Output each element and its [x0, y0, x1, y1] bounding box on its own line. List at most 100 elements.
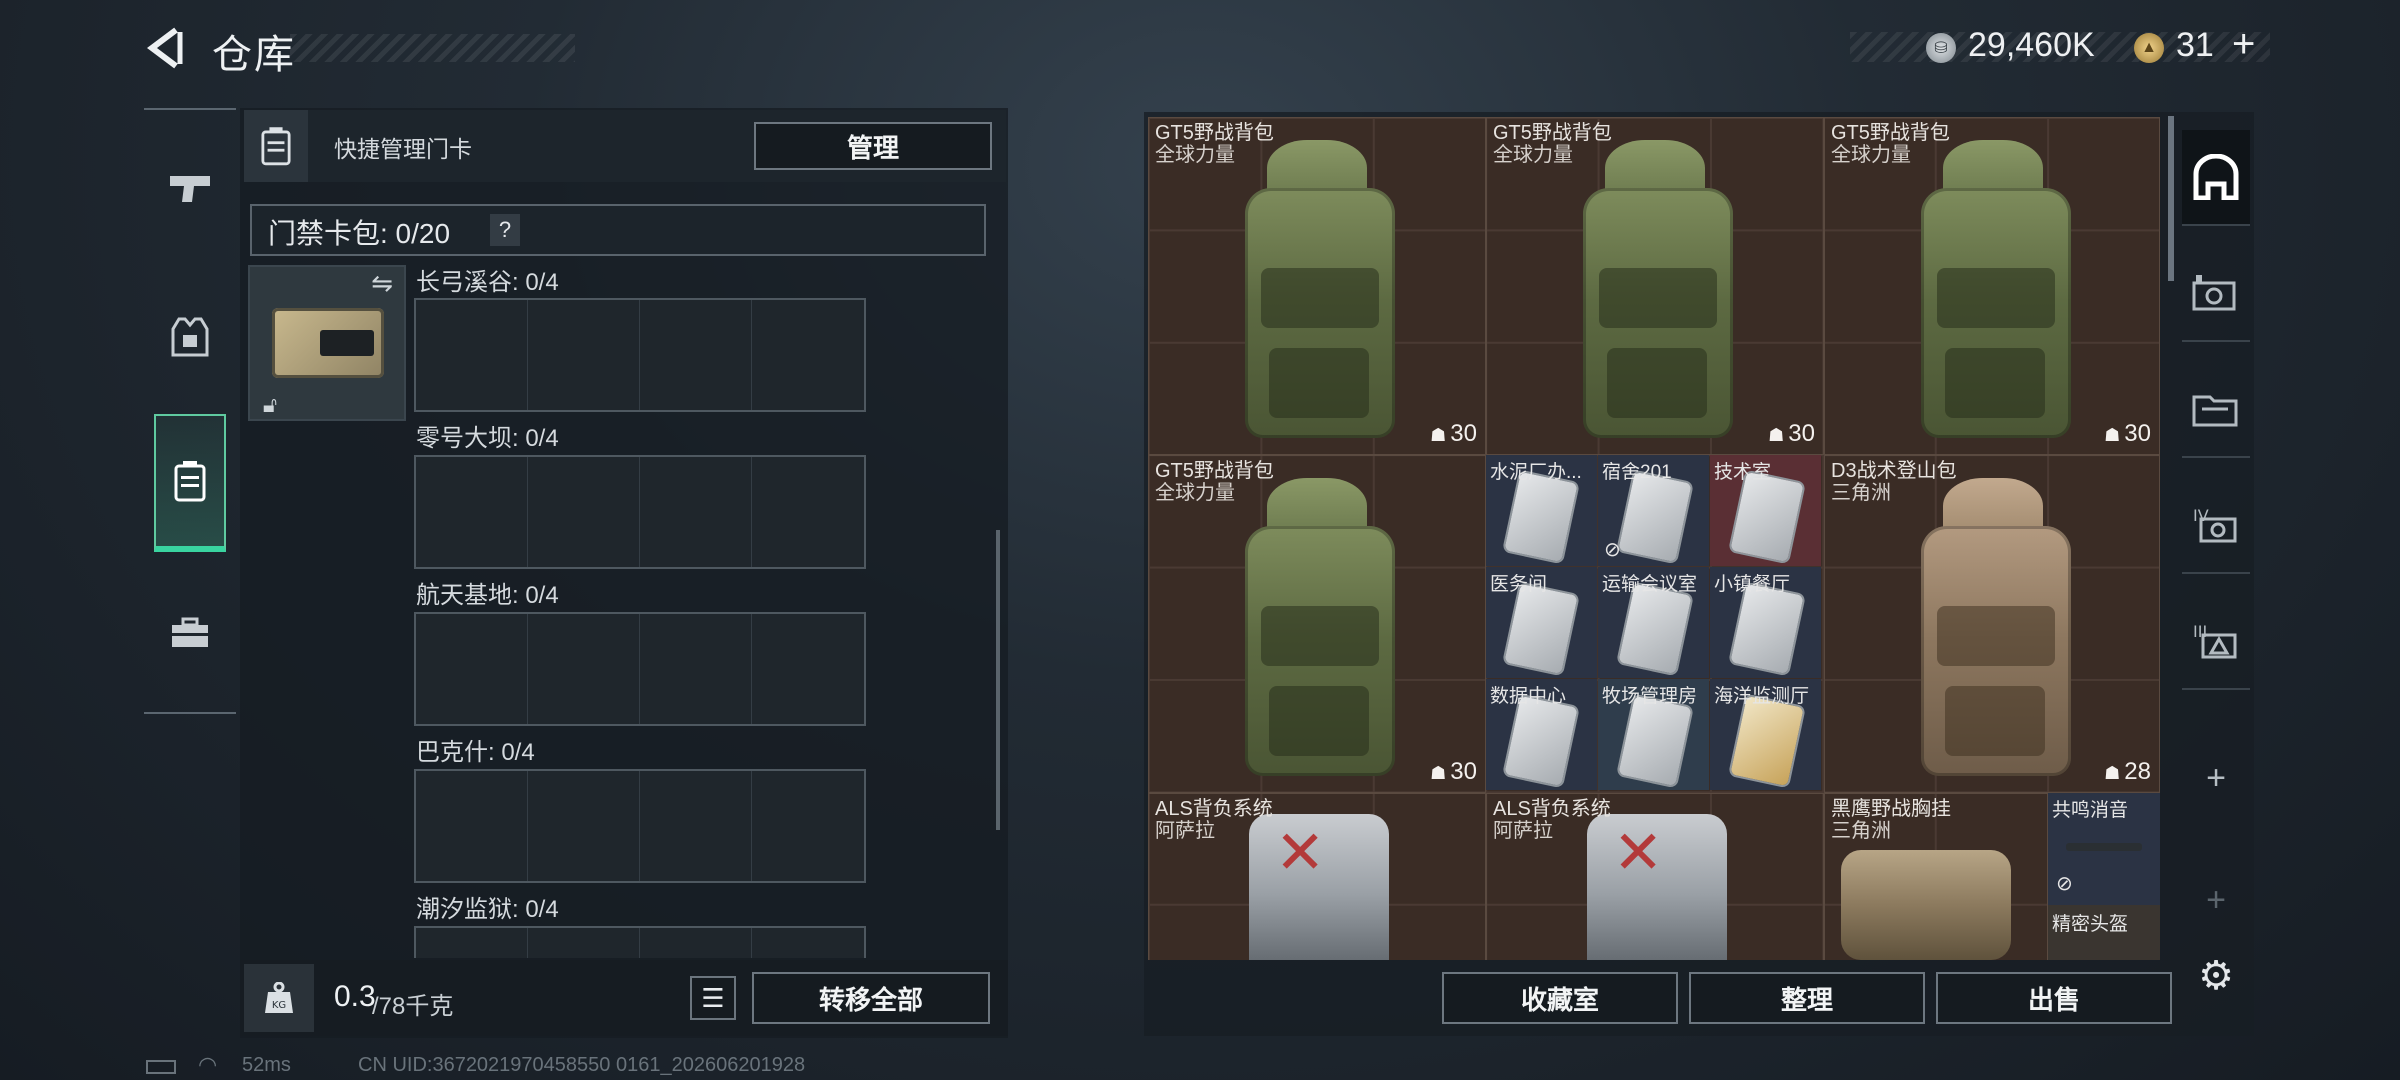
backpack-item[interactable]: GT5野战背包 全球力量 ☗ 30	[1148, 117, 1486, 455]
zone-label: 长弓溪谷: 0/4	[416, 269, 559, 296]
zone-label: 零号大坝: 0/4	[416, 425, 559, 452]
keycard-label: 牧场管理房	[1602, 686, 1698, 707]
pistol-icon[interactable]	[154, 142, 226, 236]
item-name: GT5野战背包	[1493, 122, 1612, 144]
silencer-item[interactable]: 共鸣消音 ⊘	[2048, 793, 2160, 905]
keycard-case-icon[interactable]	[154, 414, 226, 552]
armor-vest-icon[interactable]	[154, 290, 226, 384]
keycard-label: 水泥厂办...	[1490, 462, 1582, 483]
helmet-label: 精密头盔	[2052, 914, 2129, 935]
item-name: GT5野战背包	[1155, 122, 1274, 144]
zone-slot-grid[interactable]	[414, 612, 866, 726]
keycard-item[interactable]: 水泥厂办...	[1486, 455, 1597, 566]
camera-case-icon[interactable]	[2182, 246, 2250, 342]
keycard-item[interactable]: 小镇餐厅	[1710, 567, 1821, 678]
title-decoration	[290, 34, 575, 62]
rig-item[interactable]: ✕ ALS背负系统 阿萨拉	[1148, 793, 1486, 960]
zone-label: 巴克什: 0/4	[416, 739, 535, 766]
helmet-item[interactable]: 精密头盔	[2048, 905, 2160, 960]
item-brand: 三角洲	[1831, 482, 1891, 504]
item-brand: 阿萨拉	[1493, 820, 1553, 842]
plus-icon[interactable]: +	[2232, 22, 2255, 67]
capacity-icon: ☗	[1430, 425, 1447, 445]
rank-iv-icon[interactable]: IV	[2182, 478, 2250, 574]
keycard-label: 运输会议室	[1602, 574, 1698, 595]
rank-iii-icon[interactable]: III	[2182, 594, 2250, 690]
keycard-label: 小镇餐厅	[1714, 574, 1791, 595]
uid-text: CN UID:3672021970458550 0161_20260620192…	[358, 1054, 806, 1076]
sell-button[interactable]: 出售	[1936, 972, 2172, 1024]
item-name: GT5野战背包	[1155, 460, 1274, 482]
folder-tab-icon[interactable]	[2182, 362, 2250, 458]
keycard-item[interactable]: 技术室	[1710, 455, 1821, 566]
rig-item[interactable]: ✕ ALS背负系统 阿萨拉	[1486, 793, 1824, 960]
zone-label: 航天基地: 0/4	[416, 582, 559, 609]
transfer-all-button[interactable]: 转移全部	[752, 972, 990, 1024]
svg-text:III: III	[2193, 622, 2207, 641]
zone-slot-grid[interactable]	[414, 455, 866, 569]
backpack-item[interactable]: GT5野战背包 全球力量 ☗ 30	[1824, 117, 2160, 455]
item-name: GT5野战背包	[1831, 122, 1950, 144]
quick-manage-label: 快捷管理门卡	[334, 136, 472, 162]
list-icon[interactable]: ☰	[690, 976, 736, 1020]
toolbox-icon[interactable]	[154, 586, 226, 680]
inventory-scrollbar[interactable]	[2168, 116, 2174, 281]
backpack-item[interactable]: D3战术登山包 三角洲 ☗ 28	[1824, 455, 2160, 793]
no-transfer-icon: ⊘	[1604, 539, 1621, 561]
storage-arch-icon[interactable]	[2182, 130, 2250, 226]
item-name: ALS背负系统	[1155, 798, 1273, 820]
add-tab-icon[interactable]: +	[2196, 758, 2236, 798]
keycard-label: 数据中心	[1490, 686, 1567, 707]
zone-slot-grid[interactable]	[414, 769, 866, 883]
wifi-icon: ◠	[198, 1052, 218, 1077]
scrollbar[interactable]	[996, 530, 1000, 830]
collection-room-button[interactable]: 收藏室	[1442, 972, 1678, 1024]
keycard-item[interactable]: 运输会议室	[1598, 567, 1709, 678]
add-tab-disabled-icon: +	[2206, 880, 2226, 919]
capacity-icon: ☗	[1768, 425, 1785, 445]
keycard-item[interactable]: 牧场管理房	[1598, 679, 1709, 790]
item-name: ALS背负系统	[1493, 798, 1611, 820]
back-arrow-icon[interactable]	[140, 22, 188, 74]
help-button[interactable]: ?	[490, 214, 520, 246]
keycard-label: 海洋监测厅	[1714, 686, 1810, 707]
backpack-item[interactable]: GT5野战背包 全球力量 ☗ 30	[1486, 117, 1824, 455]
lock-icon[interactable]: 🔓︎	[256, 390, 284, 420]
keycard-item[interactable]: 数据中心	[1486, 679, 1597, 790]
currency1-value: 29,460K	[1968, 26, 2095, 64]
silver-coin-icon: ⛁	[1926, 33, 1956, 63]
item-brand: 阿萨拉	[1155, 820, 1215, 842]
capacity-icon: ☗	[2104, 425, 2121, 445]
keycard-item[interactable]: 宿舍201 ⊘	[1598, 455, 1709, 566]
zone-slot-grid[interactable]	[414, 298, 866, 412]
no-transfer-icon: ⊘	[2056, 873, 2073, 895]
swap-icon[interactable]: ⇋	[364, 268, 400, 298]
gear-icon[interactable]: ⚙	[2194, 954, 2238, 998]
capacity-icon: ☗	[1430, 763, 1447, 783]
chest-rig-item[interactable]: 黑鹰野战胸挂 三角洲	[1824, 793, 2048, 960]
weight-max: /78千克	[372, 993, 454, 1020]
keycard-item[interactable]: 医务间	[1486, 567, 1597, 678]
page-title: 仓库	[212, 33, 296, 77]
keycard-label: 医务间	[1490, 574, 1548, 595]
capacity-count: ☗ 30	[2104, 420, 2151, 447]
capacity-count: ☗ 28	[2104, 758, 2151, 785]
item-name: 黑鹰野战胸挂	[1831, 798, 1951, 820]
zone-slot-grid[interactable]	[414, 926, 866, 958]
weight-icon-text: KG	[272, 1000, 286, 1011]
gold-coin-icon: ▲	[2134, 33, 2164, 63]
backpack-item[interactable]: GT5野战背包 全球力量 ☗ 30	[1148, 455, 1486, 793]
inventory-grid: GT5野战背包 全球力量 ☗ 30 GT5野战背包 全球力量 ☗ 30 GT5野战背…	[1148, 117, 2160, 960]
manage-button[interactable]: 管理	[754, 122, 992, 170]
item-name: D3战术登山包	[1831, 460, 1957, 482]
keycard-case-icon	[244, 110, 308, 182]
item-brand: 三角洲	[1831, 820, 1891, 842]
organize-button[interactable]: 整理	[1689, 972, 1925, 1024]
item-brand: 全球力量	[1155, 144, 1235, 166]
keycard-item[interactable]: 海洋监测厅	[1710, 679, 1821, 790]
weight-value: 0.3	[334, 980, 376, 1013]
keycard-label: 宿舍201	[1602, 462, 1672, 483]
capacity-count: ☗ 30	[1430, 758, 1477, 785]
capacity-icon: ☗	[2104, 763, 2121, 783]
battery-icon	[146, 1060, 176, 1074]
